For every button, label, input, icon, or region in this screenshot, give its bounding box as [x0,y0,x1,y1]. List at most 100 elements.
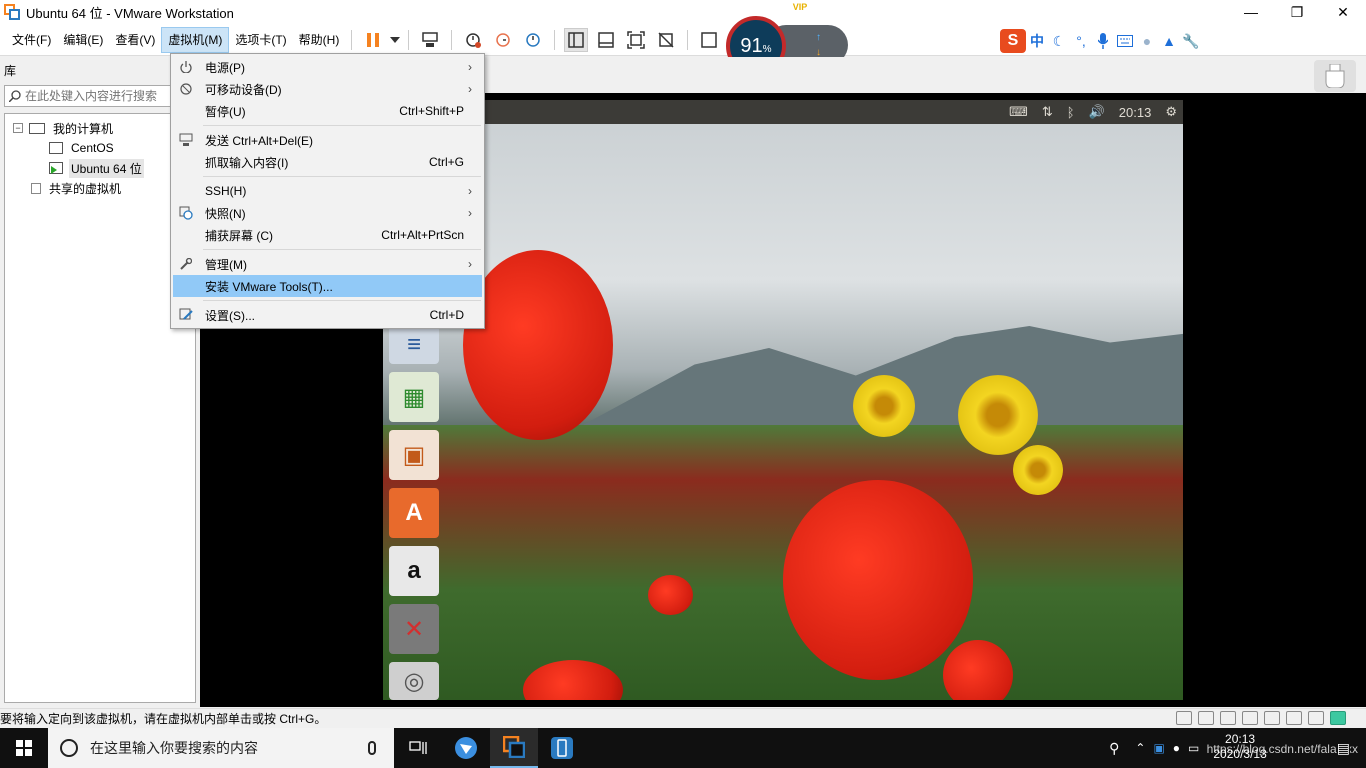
maximize-button[interactable]: ❐ [1274,0,1320,24]
ubuntu-software-icon[interactable]: A [389,488,439,538]
tray-app-icon[interactable]: ▣ [1153,741,1164,755]
cortana-icon [60,739,78,757]
submenu-arrow-icon: › [468,257,472,271]
task-view-icon[interactable] [394,728,442,768]
menu-item-removable-devices[interactable]: 可移动设备(D) › [173,78,482,100]
settings-gear-icon[interactable]: ⚙ [1165,104,1177,120]
feiyu-app-icon[interactable] [442,728,490,768]
usb-device-icon[interactable] [1314,60,1356,92]
tree-item-shared-vms[interactable]: 共享的虚拟机 [5,178,195,198]
message-log-icon[interactable] [1330,711,1346,725]
submenu-arrow-icon: › [468,184,472,198]
qq-icon[interactable]: ● [1173,741,1180,755]
battery-icon[interactable]: ▭ [1188,741,1199,755]
menu-item-power[interactable]: 电源(P) › [173,56,482,78]
volume-icon[interactable]: 🔊 [1089,104,1105,120]
network-adapter-icon[interactable] [1220,711,1236,725]
menu-item-manage[interactable]: 管理(M) › [173,253,482,275]
cd-dvd-icon[interactable] [1198,711,1214,725]
snapshot-icon [178,205,194,221]
menu-item-pause[interactable]: 暂停(U) Ctrl+Shift+P [173,100,482,122]
ubuntu-desktop[interactable]: ⌨ ⇅ ᛒ 🔊 20:13 ⚙ ≡ ▦ ▣ A a ✕ ◎ [383,100,1183,700]
pause-icon[interactable] [361,28,385,52]
console-view-icon[interactable] [697,28,721,52]
punctuation-icon[interactable]: °, [1070,30,1092,52]
window-controls: — ❐ ✕ [1228,0,1366,24]
ime-toolbar: S 中 ☾ °, ● ▲ 🔧 [1000,28,1210,54]
menu-item-send-ctrl-alt-del[interactable]: 发送 Ctrl+Alt+Del(E) [173,129,482,151]
keyboard-icon[interactable] [1114,30,1136,52]
menu-file[interactable]: 文件(F) [6,28,57,52]
menu-item-grab-input[interactable]: 抓取输入内容(I) Ctrl+G [173,151,482,173]
mic-icon[interactable] [1092,30,1114,52]
user-icon[interactable]: ● [1136,30,1158,52]
people-icon[interactable]: ⚲ [1109,740,1119,757]
revert-snapshot-icon[interactable] [491,28,515,52]
thumbnail-bar-icon[interactable] [594,28,618,52]
wallpaper-poppy [648,575,693,615]
tree-item-ubuntu[interactable]: Ubuntu 64 位 [5,158,195,178]
chevron-down-icon[interactable] [388,28,402,52]
libreoffice-writer-icon[interactable]: ≡ [389,326,439,364]
tree-item-centos[interactable]: CentOS [5,138,195,158]
ubuntu-top-panel: ⌨ ⇅ ᛒ 🔊 20:13 ⚙ [383,100,1183,124]
hard-disk-icon[interactable] [1176,711,1192,725]
tree-item-my-computer[interactable]: − 我的计算机 [5,118,195,138]
amazon-icon[interactable]: a [389,546,439,596]
wrench-icon[interactable]: 🔧 [1180,30,1202,52]
menu-tabs[interactable]: 选项卡(T) [229,28,292,52]
wallpaper-poppy [783,480,973,680]
show-library-icon[interactable] [564,27,589,52]
upload-arrow-icon: ↑ [816,32,821,43]
menu-vm[interactable]: 虚拟机(M) [161,26,230,53]
dvd-icon[interactable]: ◎ [389,662,439,700]
moon-icon[interactable]: ☾ [1048,30,1070,52]
vmware-taskbar-icon[interactable] [490,728,538,768]
shirt-icon[interactable]: ▲ [1158,30,1180,52]
sound-card-icon[interactable] [1286,711,1302,725]
menu-item-ssh[interactable]: SSH(H) › [173,180,482,202]
snapshot-manager-icon[interactable] [521,28,545,52]
close-button[interactable]: ✕ [1320,0,1366,24]
display-icon[interactable] [1308,711,1324,725]
windows-start-icon[interactable] [0,728,48,768]
minimize-button[interactable]: — [1228,0,1274,24]
phone-app-icon[interactable] [538,728,586,768]
full-screen-icon[interactable] [624,28,648,52]
submenu-arrow-icon: › [468,60,472,74]
search-icon [9,90,21,102]
ime-mode-chinese[interactable]: 中 [1026,30,1048,52]
menu-item-install-vmware-tools[interactable]: 安装 VMware Tools(T)... [173,275,482,297]
menu-item-snapshot[interactable]: 快照(N) › [173,202,482,224]
send-keys-icon [178,132,194,148]
mic-icon[interactable] [368,741,376,755]
menu-item-settings[interactable]: 设置(S)... Ctrl+D [173,304,482,326]
send-ctrl-alt-del-icon[interactable] [418,28,442,52]
bluetooth-icon[interactable]: ᛒ [1067,105,1075,120]
menu-view[interactable]: 查看(V) [109,28,161,52]
library-tree: − 我的计算机 CentOS Ubuntu 64 位 共享的虚拟机 [4,113,196,703]
libreoffice-calc-icon[interactable]: ▦ [389,372,439,422]
menu-help[interactable]: 帮助(H) [293,28,346,52]
menu-edit[interactable]: 编辑(E) [57,28,109,52]
system-settings-icon[interactable]: ✕ [389,604,439,654]
network-icon[interactable]: ⇅ [1042,104,1053,120]
window-title: Ubuntu 64 位 - VMware Workstation [26,5,234,21]
taskbar-clock[interactable]: 20:13 2020/3/13 [1213,732,1266,762]
sogou-logo-icon[interactable]: S [1000,29,1026,53]
printer-icon[interactable] [1264,711,1280,725]
toolbar-separator [351,29,353,50]
keyboard-icon[interactable]: ⌨ [1009,104,1028,120]
library-search-input[interactable] [25,89,185,103]
unity-mode-icon[interactable] [654,28,678,52]
ubuntu-clock[interactable]: 20:13 [1119,105,1152,120]
taskbar-search[interactable]: 在这里输入你要搜索的内容 [48,728,394,768]
usb-controller-icon[interactable] [1242,711,1258,725]
collapse-icon[interactable]: − [13,123,23,133]
show-hidden-icons-chevron[interactable]: ⌃ [1135,741,1145,755]
menu-item-capture-screen[interactable]: 捕获屏幕 (C) Ctrl+Alt+PrtScn [173,224,482,246]
libreoffice-impress-icon[interactable]: ▣ [389,430,439,480]
notification-icon[interactable]: ▤ [1336,739,1350,757]
take-snapshot-icon[interactable] [461,28,485,52]
submenu-arrow-icon: › [468,206,472,220]
